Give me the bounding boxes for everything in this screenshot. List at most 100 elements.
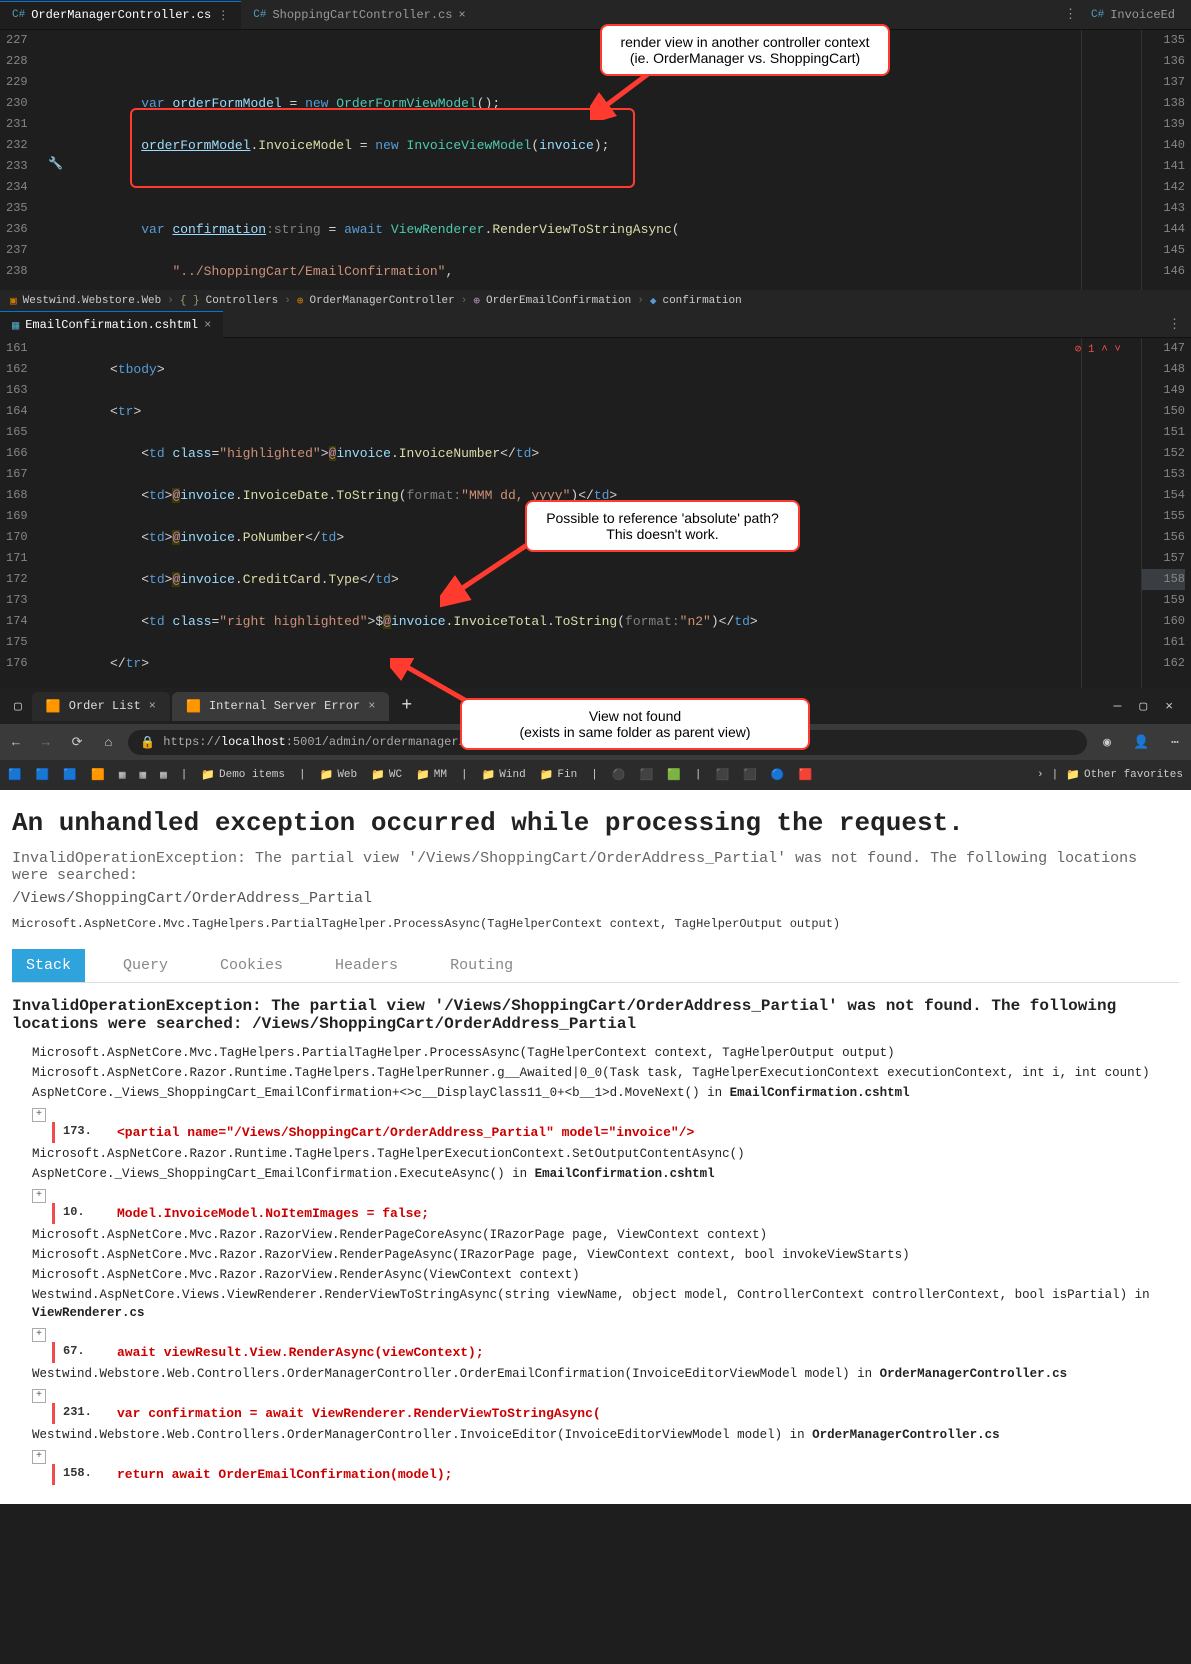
bookmark-icon[interactable]: 🟧 <box>91 768 105 782</box>
more-icon[interactable]: ⋮ <box>1168 317 1191 332</box>
extension-icon[interactable]: ◉ <box>1097 735 1117 750</box>
bookmark-folder[interactable]: 📁Wind <box>482 768 526 782</box>
favicon-icon: 🟧 <box>46 699 61 714</box>
window-controls: ─ ▢ × <box>1114 699 1185 714</box>
stack-frame: Westwind.Webstore.Web.Controllers.OrderM… <box>12 1364 1179 1384</box>
forward-button[interactable]: → <box>36 735 56 750</box>
browser-window: ▢ 🟧 Order List × 🟧 Internal Server Error… <box>0 688 1191 1504</box>
bookmark-icon[interactable]: 🔵 <box>771 768 785 782</box>
callout-render-context: render view in another controller contex… <box>600 24 890 76</box>
line-gutter: 227228229230 231232233234 235236237238 <box>0 30 40 290</box>
callout-absolute-path: Possible to reference 'absolute' path?Th… <box>525 500 800 552</box>
tab-shoppingcart[interactable]: C# ShoppingCartController.cs × <box>241 2 477 28</box>
bookmark-icon[interactable]: 🟩 <box>667 768 681 782</box>
bookmark-icon[interactable]: 🟦 <box>36 768 50 782</box>
browser-tab-error[interactable]: 🟧 Internal Server Error × <box>172 692 389 721</box>
bookmark-folder[interactable]: 📁MM <box>416 768 447 782</box>
browser-tab-orderlist[interactable]: 🟧 Order List × <box>32 692 170 721</box>
expand-button[interactable]: + <box>32 1389 46 1403</box>
tab-ordermanager[interactable]: C# OrderManagerController.cs ⋮ <box>0 1 241 29</box>
tab-headers[interactable]: Headers <box>321 949 412 982</box>
callout-view-not-found: View not found(exists in same folder as … <box>460 698 810 750</box>
crumb-item[interactable]: confirmation <box>662 295 741 307</box>
expand-button[interactable]: + <box>32 1450 46 1464</box>
bookmark-icon[interactable]: ⬛ <box>716 768 730 782</box>
ide-window: C# OrderManagerController.cs ⋮ C# Shoppi… <box>0 0 1191 688</box>
arrow-icon <box>440 538 540 608</box>
bookmark-icon[interactable]: ▦ <box>139 768 146 782</box>
error-page: An unhandled exception occurred while pr… <box>0 790 1191 1504</box>
bookmark-icon[interactable]: ⚫ <box>612 768 626 782</box>
refresh-button[interactable]: ⟳ <box>66 735 89 750</box>
right-gutter: 147148149150 151152153154 155156157158 1… <box>1141 338 1191 688</box>
wrench-icon[interactable]: 🔧 <box>48 156 63 171</box>
crumb-item[interactable]: Westwind.Webstore.Web <box>23 295 162 307</box>
avatar-icon[interactable]: 👤 <box>1127 735 1155 750</box>
tab-cookies[interactable]: Cookies <box>206 949 297 982</box>
bookmark-icon[interactable]: ⬛ <box>743 768 757 782</box>
bookmark-icon[interactable]: 🟦 <box>63 768 77 782</box>
stack-frame: Westwind.Webstore.Web.Controllers.OrderM… <box>12 1425 1179 1445</box>
bookmark-icon[interactable]: ▦ <box>119 768 126 782</box>
bookmark-folder[interactable]: 📁Fin <box>540 768 578 782</box>
tab-stack[interactable]: Stack <box>12 949 85 982</box>
home-button[interactable]: ⌂ <box>99 735 119 750</box>
tab-label: Internal Server Error <box>209 699 360 713</box>
bookmark-folder[interactable]: 📁WC <box>371 768 402 782</box>
csharp-icon: C# <box>12 9 25 21</box>
tab-invoice[interactable]: C# InvoiceEd <box>1083 4 1183 26</box>
error-message: InvalidOperationException: The partial v… <box>12 850 1179 884</box>
tab-query[interactable]: Query <box>109 949 182 982</box>
right-gutter: 135136137138 139140141142 143144145146 <box>1141 30 1191 290</box>
bookmark-folder[interactable]: 📁Demo items <box>201 768 285 782</box>
breadcrumb[interactable]: ▣ Westwind.Webstore.Web › { } Controller… <box>0 290 1191 312</box>
stack-heading: InvalidOperationException: The partial v… <box>12 997 1179 1033</box>
close-icon[interactable]: × <box>149 699 156 713</box>
razor-icon: ▦ <box>12 318 19 333</box>
close-icon[interactable]: × <box>204 318 211 332</box>
expand-button[interactable]: + <box>32 1108 46 1122</box>
stack-frame: Westwind.AspNetCore.Views.ViewRenderer.R… <box>12 1285 1179 1323</box>
more-icon[interactable]: ⋮ <box>1064 7 1077 22</box>
expand-button[interactable]: + <box>32 1328 46 1342</box>
tab-close-icon[interactable]: ⋮ <box>217 8 229 23</box>
crumb-item[interactable]: Controllers <box>206 295 279 307</box>
tab-overview-icon[interactable]: ▢ <box>6 699 30 714</box>
error-badge[interactable]: ⊘ 1 ˄ ˅ <box>1075 342 1121 356</box>
lock-icon: 🔒 <box>140 735 155 750</box>
close-icon[interactable]: × <box>368 699 375 713</box>
bookmark-icon[interactable]: 🟦 <box>8 768 22 782</box>
editor-tabbar: C# OrderManagerController.cs ⋮ C# Shoppi… <box>0 0 1191 30</box>
stack-frame: Microsoft.AspNetCore.Mvc.Razor.RazorView… <box>12 1265 1179 1285</box>
minimap[interactable] <box>1081 30 1141 290</box>
chevron-right-icon[interactable]: › <box>1037 769 1044 781</box>
editor-tabbar-2: ▦ EmailConfirmation.cshtml × ⋮ <box>0 312 1191 338</box>
back-button[interactable]: ← <box>6 735 26 750</box>
tab-emailconfirmation[interactable]: ▦ EmailConfirmation.cshtml × <box>0 311 223 339</box>
close-icon[interactable]: × <box>1165 699 1173 714</box>
stack-frame: Microsoft.AspNetCore.Mvc.Razor.RazorView… <box>12 1225 1179 1245</box>
crumb-item[interactable]: OrderEmailConfirmation <box>486 295 631 307</box>
minimap[interactable] <box>1081 338 1141 688</box>
bookmark-folder[interactable]: 📁Other favorites <box>1066 768 1183 782</box>
menu-icon[interactable]: ⋯ <box>1165 735 1185 750</box>
project-icon: ▣ <box>10 294 17 308</box>
code-area[interactable]: var orderFormModel = new OrderFormViewMo… <box>40 30 1081 290</box>
bookmark-icon[interactable]: 🟥 <box>799 768 813 782</box>
stack-frame: Microsoft.AspNetCore.Razor.Runtime.TagHe… <box>12 1144 1179 1164</box>
line-gutter: 161162163164 165166167168 169170171172 1… <box>0 338 40 688</box>
stack-trace: Microsoft.AspNetCore.Mvc.TagHelpers.Part… <box>12 1043 1179 1486</box>
minimize-icon[interactable]: ─ <box>1114 699 1122 714</box>
stack-frame: AspNetCore._Views_ShoppingCart_EmailConf… <box>12 1083 1179 1103</box>
bookmark-icon[interactable]: ⬛ <box>640 768 654 782</box>
bookmark-folder[interactable]: 📁Web <box>320 768 358 782</box>
bookmark-icon[interactable]: ▦ <box>160 768 167 782</box>
close-icon[interactable]: × <box>458 8 465 22</box>
tab-routing[interactable]: Routing <box>436 949 527 982</box>
maximize-icon[interactable]: ▢ <box>1139 699 1147 714</box>
crumb-item[interactable]: OrderManagerController <box>310 295 455 307</box>
expand-button[interactable]: + <box>32 1189 46 1203</box>
tab-label: OrderManagerController.cs <box>31 8 211 22</box>
stack-frame: Microsoft.AspNetCore.Razor.Runtime.TagHe… <box>12 1063 1179 1083</box>
bookmarks-bar: 🟦 🟦 🟦 🟧 ▦ ▦ ▦ | 📁Demo items | 📁Web 📁WC 📁… <box>0 760 1191 790</box>
